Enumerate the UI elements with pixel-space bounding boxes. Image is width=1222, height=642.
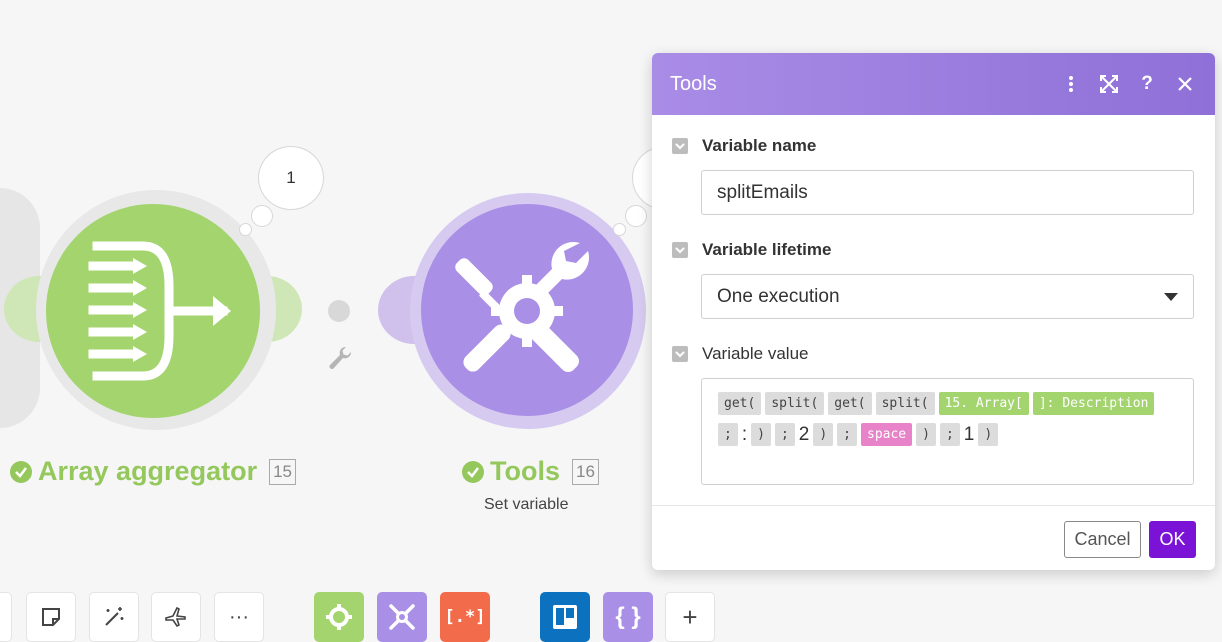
tools-label: Tools (490, 456, 560, 486)
tools-module-id: 16 (572, 458, 599, 485)
wrench-icon[interactable] (326, 344, 354, 372)
trello-button[interactable] (540, 592, 590, 642)
tools-settings-dialog: Tools ? Variable name splitEmails Variab… (652, 53, 1215, 570)
function-pill[interactable]: ; (774, 423, 795, 446)
more-vertical-icon[interactable] (1059, 72, 1083, 96)
function-pill[interactable]: ) (978, 423, 999, 446)
expand-icon[interactable] (1097, 72, 1121, 96)
add-app-button[interactable]: + (665, 592, 715, 642)
variable-value-label-row: Variable value (672, 344, 808, 364)
operations-count: 1 (286, 168, 296, 187)
function-pill[interactable]: ) (916, 423, 936, 446)
array-bracket-icon: [.*] (444, 607, 486, 627)
function-pill[interactable]: ; (939, 423, 960, 446)
more-icon: ··· (229, 605, 249, 628)
variable-name-input[interactable]: splitEmails (701, 170, 1194, 215)
variable-name-label-row: Variable name (672, 136, 816, 156)
explain-flow-button[interactable] (151, 592, 201, 642)
trello-icon (553, 605, 577, 629)
keyword-pill[interactable]: space (861, 423, 913, 446)
function-pill[interactable]: get( (828, 392, 872, 415)
variable-lifetime-label: Variable lifetime (702, 240, 832, 259)
variable-name-value: splitEmails (717, 181, 808, 203)
function-pill[interactable]: ; (837, 423, 857, 446)
ok-button[interactable]: OK (1149, 521, 1196, 558)
chevron-down-icon (1164, 292, 1178, 301)
aggregator-title[interactable]: Array aggregator 15 (10, 456, 296, 487)
variable-value-editor[interactable]: get(split(get(split(15. Array[]: Descrip… (701, 378, 1194, 485)
airplane-icon (165, 606, 186, 628)
variable-lifetime-value: One execution (717, 285, 840, 307)
variable-pill[interactable]: ]: Description (1032, 392, 1155, 415)
function-pill[interactable]: get( (718, 392, 762, 415)
tools-module[interactable] (421, 204, 633, 416)
bubble-dot (239, 223, 252, 236)
literal-text: : (741, 423, 748, 445)
formula-token-list: get(split(get(split(15. Array[]: Descrip… (718, 392, 1177, 446)
json-braces-icon: { } (615, 603, 641, 630)
bubble-dot (251, 205, 273, 227)
collapse-toggle-icon[interactable] (672, 346, 688, 362)
tools-icon (389, 604, 415, 630)
collapse-toggle-icon[interactable] (672, 242, 688, 258)
cancel-button[interactable]: Cancel (1064, 521, 1141, 558)
bubble-dot (625, 205, 647, 227)
literal-text: 2 (798, 423, 810, 445)
json-button[interactable]: { } (603, 592, 653, 642)
tools-button[interactable] (377, 592, 427, 642)
note-icon (42, 608, 60, 626)
function-pill[interactable]: ) (751, 423, 771, 446)
dialog-footer: Cancel OK (652, 505, 1215, 570)
check-icon (462, 460, 484, 483)
array-aggregator-icon (88, 241, 231, 381)
flow-control-button[interactable] (314, 592, 364, 642)
collapse-toggle-icon[interactable] (672, 138, 688, 154)
variable-name-label: Variable name (702, 136, 817, 155)
note-button[interactable] (26, 592, 76, 642)
variable-lifetime-label-row: Variable lifetime (672, 240, 831, 260)
magic-wand-icon (105, 607, 124, 626)
function-pill[interactable]: ) (813, 423, 834, 446)
bubble-dot (613, 223, 626, 236)
function-pill[interactable]: split( (875, 392, 935, 415)
literal-text: 1 (963, 423, 975, 445)
tools-subtitle: Set variable (484, 496, 569, 513)
tools-title[interactable]: Tools 16 (462, 456, 599, 487)
flow-control-gear-icon (326, 604, 352, 630)
text-parser-button[interactable]: [.*] (440, 592, 490, 642)
dialog-title: Tools (670, 72, 717, 95)
tools-icon (455, 241, 590, 372)
variable-value-label: Variable value (702, 344, 809, 363)
help-icon[interactable]: ? (1135, 72, 1159, 96)
check-icon (10, 460, 32, 483)
close-icon[interactable] (1173, 72, 1197, 96)
dialog-header: Tools ? (652, 53, 1215, 115)
add-icon: + (682, 601, 698, 632)
operations-count-bubble[interactable]: 1 (258, 146, 324, 210)
toolbar-button-partial[interactable] (0, 592, 12, 642)
array-aggregator-module[interactable] (46, 204, 260, 418)
aggregator-label: Array aggregator (38, 456, 258, 486)
aggregator-module-id: 15 (269, 458, 296, 485)
more-button[interactable]: ··· (214, 592, 264, 642)
auto-align-button[interactable] (89, 592, 139, 642)
function-pill[interactable]: split( (765, 392, 825, 415)
function-pill[interactable]: ; (718, 423, 738, 446)
route-connector-dot[interactable] (328, 300, 350, 322)
variable-pill[interactable]: 15. Array[ (938, 392, 1029, 415)
variable-lifetime-select[interactable]: One execution (701, 274, 1194, 319)
